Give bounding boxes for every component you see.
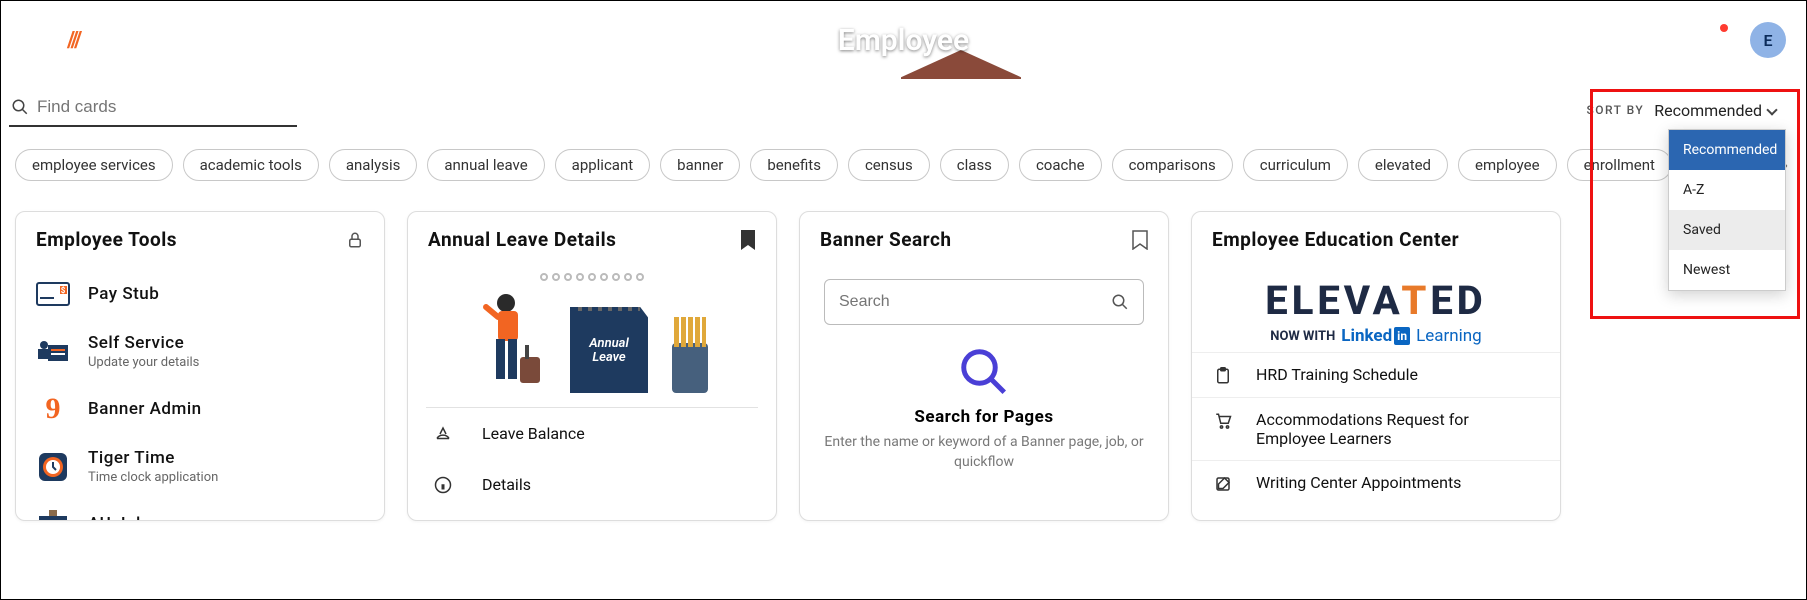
annual-leave-illustration: AnnualLeave [408, 267, 776, 407]
chip[interactable]: employee services [15, 149, 173, 181]
sort-dropdown-trigger[interactable]: Recommended [1654, 101, 1776, 120]
card-title: Employee Education Center [1212, 228, 1459, 251]
notification-dot [1720, 24, 1728, 32]
find-cards-input[interactable] [37, 97, 295, 117]
card-title: Banner Search [820, 228, 951, 251]
search-icon[interactable] [1111, 293, 1129, 311]
paystub-icon: $ [36, 279, 70, 309]
lock-icon[interactable] [346, 231, 364, 249]
chip[interactable]: curriculum [1243, 149, 1348, 181]
sort-control: SORT BY Recommended [1586, 101, 1798, 120]
app-header: /// AU ACCESS Employee E [1, 1, 1806, 79]
calendar-icon[interactable] [1654, 28, 1678, 52]
card-title: Annual Leave Details [428, 228, 616, 251]
clipboard-icon [1214, 367, 1232, 385]
tool-link-banneradmin[interactable]: 9 Banner Admin [16, 382, 384, 436]
chip[interactable]: class [940, 149, 1009, 181]
chip[interactable]: annual leave [427, 149, 544, 181]
selfservice-icon [36, 337, 70, 367]
sort-dropdown-menu: Recommended A-Z Saved Newest [1668, 129, 1786, 291]
education-link[interactable]: HRD Training Schedule [1192, 352, 1560, 397]
chip[interactable]: banner [660, 149, 740, 181]
page-title: Employee [1, 23, 1806, 58]
education-link[interactable]: Accommodations Request for Employee Lear… [1192, 397, 1560, 460]
search-row: SORT BY Recommended [1, 79, 1806, 127]
leave-link-balance[interactable]: Leave Balance [408, 408, 776, 459]
chip[interactable]: elevated [1358, 149, 1448, 181]
chip[interactable]: analysis [329, 149, 417, 181]
elevated-logo: ELEVATED NOW WITH Linkedin Learning [1192, 267, 1560, 352]
card-title: Employee Tools [36, 228, 177, 251]
cart-icon [1214, 412, 1232, 430]
chip[interactable]: comparisons [1112, 149, 1233, 181]
search-icon [11, 98, 29, 116]
big-search-icon [800, 345, 1168, 399]
avatar[interactable]: E [1750, 22, 1786, 58]
sort-label: SORT BY [1586, 103, 1644, 117]
edit-icon [1214, 475, 1232, 493]
chip[interactable]: enrollment [1567, 149, 1672, 181]
chip[interactable]: coache [1019, 149, 1102, 181]
card-banner-search: Banner Search Search for Pages Enter the… [799, 211, 1169, 521]
bookmark-icon[interactable] [1132, 230, 1148, 250]
cards-container: Employee Tools $ Pay Stub Self ServiceUp… [1, 181, 1806, 521]
education-link[interactable]: Writing Center Appointments [1192, 460, 1560, 505]
balance-icon [434, 425, 452, 443]
banner-search-sub: Enter the name or keyword of a Banner pa… [824, 433, 1144, 472]
notifications-icon[interactable] [1702, 26, 1726, 54]
chip[interactable]: applicant [555, 149, 651, 181]
card-education-center: Employee Education Center ELEVATED NOW W… [1191, 211, 1561, 521]
chip[interactable]: census [848, 149, 930, 181]
chip[interactable]: employee [1458, 149, 1557, 181]
card-annual-leave: Annual Leave Details [407, 211, 777, 521]
svg-text:$: $ [61, 286, 66, 295]
sort-option-saved[interactable]: Saved [1669, 210, 1785, 250]
aujobs-icon: WE'REHIRING [36, 509, 70, 520]
banner-search-heading: Search for Pages [800, 407, 1168, 427]
info-icon [434, 476, 452, 494]
tool-link-tigertime[interactable]: Tiger TimeTime clock application [16, 436, 384, 497]
banneradmin-icon: 9 [36, 394, 70, 424]
tool-link-aujobs[interactable]: WE'REHIRING AU Jobs [16, 497, 384, 520]
banner-search-field[interactable] [824, 279, 1144, 325]
tigertime-icon [36, 452, 70, 482]
card-employee-tools: Employee Tools $ Pay Stub Self ServiceUp… [15, 211, 385, 521]
sort-option-recommended[interactable]: Recommended [1669, 130, 1785, 170]
bookmark-filled-icon[interactable] [740, 230, 756, 250]
chevron-down-icon [1766, 104, 1777, 115]
header-actions: E [1654, 22, 1786, 58]
chip[interactable]: academic tools [183, 149, 319, 181]
sort-option-az[interactable]: A-Z [1669, 170, 1785, 210]
leave-link-details[interactable]: Details [408, 459, 776, 510]
logo-slashes: /// [67, 28, 80, 53]
calendar-rings-decoration [540, 273, 644, 281]
sort-option-newest[interactable]: Newest [1669, 250, 1785, 290]
app-logo[interactable]: /// AU ACCESS [67, 25, 259, 55]
tool-link-paystub[interactable]: $ Pay Stub [16, 267, 384, 321]
filter-chips: employee services academic tools analysi… [1, 127, 1806, 181]
chip[interactable]: benefits [750, 149, 838, 181]
find-cards-search[interactable] [9, 93, 297, 127]
menu-icon[interactable] [21, 30, 45, 50]
banner-search-input[interactable] [839, 293, 1111, 311]
tool-link-selfservice[interactable]: Self ServiceUpdate your details [16, 321, 384, 382]
